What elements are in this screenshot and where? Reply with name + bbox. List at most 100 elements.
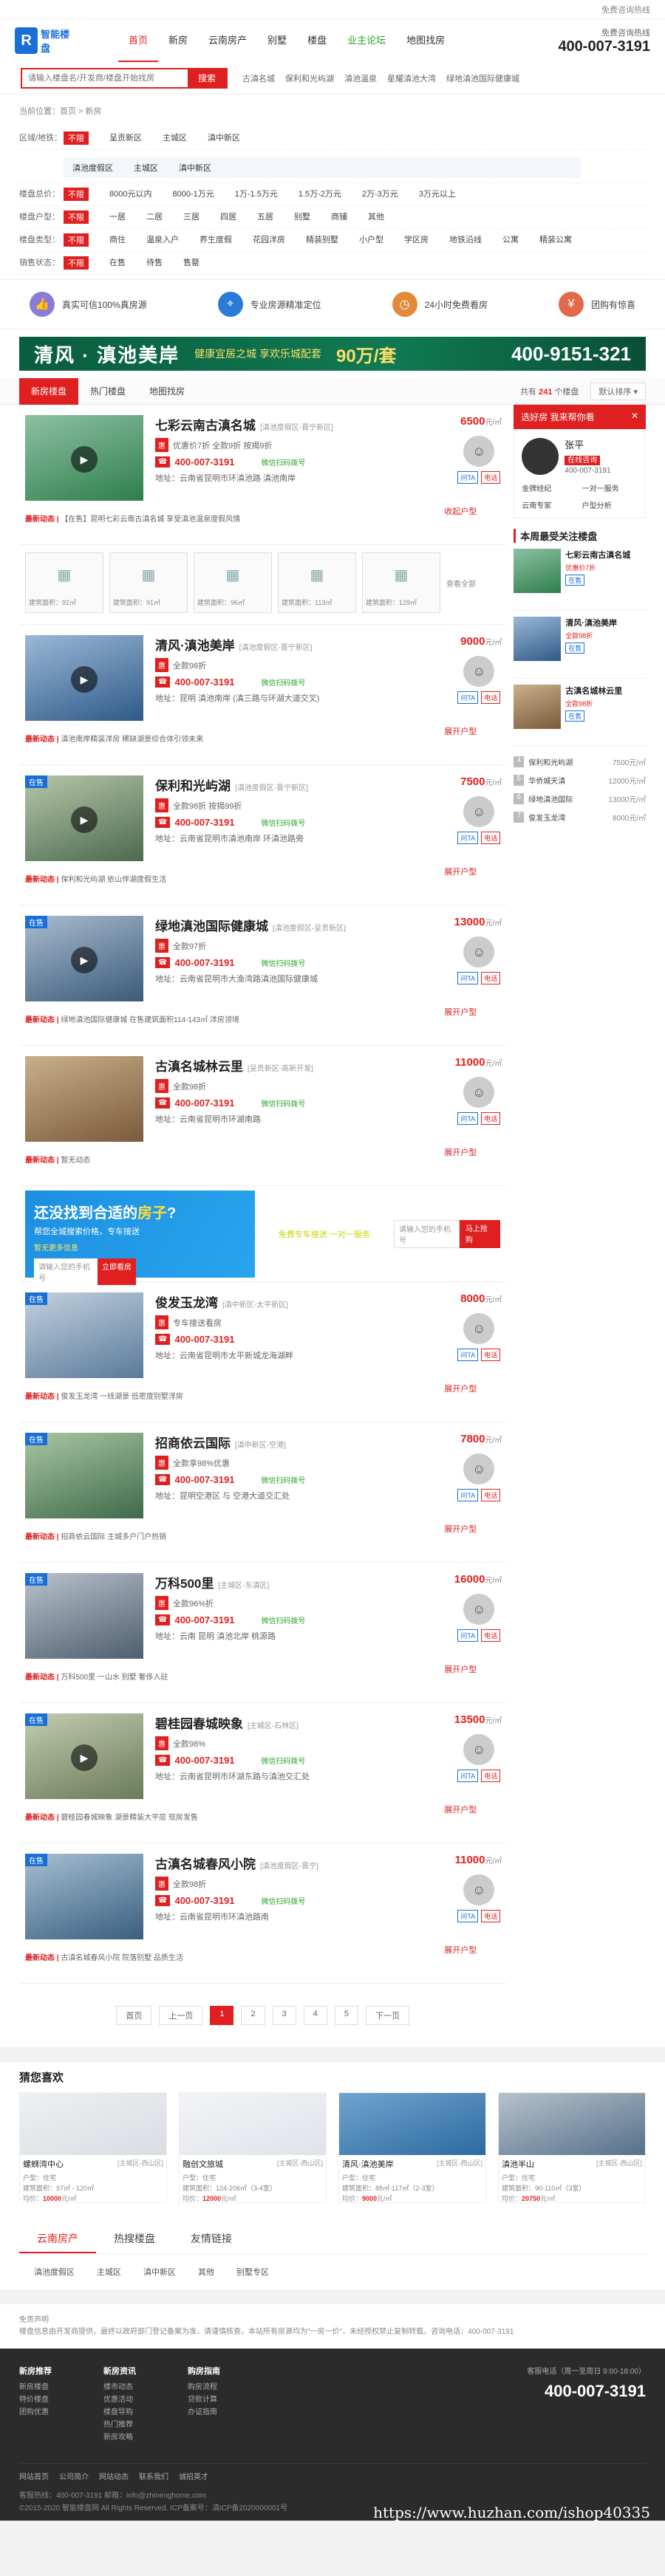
filter-option[interactable]: 滇中新区 [208, 131, 240, 145]
chat-button[interactable]: 问TA [457, 691, 479, 704]
filter-option[interactable]: 温泉入户 [146, 233, 179, 247]
wechat-dial-link[interactable]: 微信扫码拨号 [261, 1895, 305, 1906]
filter-option[interactable]: 1.5万-2万元 [299, 188, 341, 201]
chat-button[interactable]: 问TA [457, 471, 479, 484]
chat-button[interactable]: 问TA [457, 1770, 479, 1782]
footer-link[interactable]: 特价楼盘 [19, 2394, 52, 2406]
page-button[interactable]: 上一页 [159, 2006, 203, 2025]
listing-thumbnail[interactable] [25, 1056, 143, 1142]
filter-option[interactable]: 五居 [257, 210, 273, 224]
page-button[interactable]: 首页 [116, 2006, 152, 2025]
page-button[interactable]: 4 [303, 2006, 327, 2025]
listing-title[interactable]: 古滇名城林云里 [呈贡新区-高新开发] [155, 1056, 506, 1075]
filter-option[interactable]: 地铁沿线 [449, 233, 482, 247]
nav-item[interactable]: 新房 [158, 19, 198, 62]
link-item[interactable]: 其他 [198, 2266, 214, 2278]
footer-link[interactable]: 新房攻略 [103, 2431, 136, 2444]
listing-thumbnail[interactable]: 在售 ▶ [25, 775, 143, 861]
chat-button[interactable]: 问TA [457, 1910, 479, 1922]
nav-item[interactable]: 别墅 [257, 19, 297, 62]
filter-option[interactable]: 滇池度假区 [72, 162, 113, 174]
filter-option[interactable]: 精装公寓 [539, 233, 572, 247]
phone-input[interactable]: 请输入您的手机号 [34, 1258, 98, 1285]
filter-option[interactable]: 二居 [146, 210, 163, 224]
listing-thumbnail[interactable]: 在售 ▶ [25, 916, 143, 1001]
floorplan-card[interactable]: ▦ 建筑面积：96㎡ [194, 552, 272, 613]
page-button[interactable]: 5 [334, 2006, 358, 2025]
listing-thumbnail[interactable]: 在售 [25, 1854, 143, 1939]
toggle-floorplans-button[interactable]: 展开户型 [444, 1663, 477, 1675]
link-tab[interactable]: 云南房产 [19, 2225, 96, 2253]
promo-banner[interactable]: 清风 · 滇池美岸 健康宜居之城 享欢乐城配套 90万/套 400-9151-3… [19, 337, 646, 371]
filter-option[interactable]: 四居 [220, 210, 236, 224]
call-button[interactable]: 电话 [481, 1489, 501, 1501]
hot-keyword-link[interactable]: 星耀滇池大湾 [387, 72, 436, 84]
listing-thumbnail[interactable]: 在售 [25, 1573, 143, 1659]
filter-option[interactable]: 1万-1.5万元 [235, 188, 278, 201]
chat-button[interactable]: 问TA [457, 1112, 479, 1125]
floorplan-card[interactable]: ▦ 建筑面积：129㎡ [362, 552, 440, 613]
call-button[interactable]: 电话 [481, 832, 501, 844]
guess-card[interactable]: 滇池半山 [主城区-西山区] 户型：住宅 建筑面积：90-110㎡（3室） 均价：207… [498, 2092, 646, 2203]
listing-phone[interactable]: 400-007-3191 [174, 957, 234, 968]
search-button[interactable]: 搜索 [188, 69, 226, 87]
filter-option[interactable]: 小户型 [359, 233, 383, 247]
wechat-dial-link[interactable]: 微信扫码拨号 [261, 957, 305, 968]
toggle-floorplans-button[interactable]: 展开户型 [444, 1006, 477, 1018]
toggle-floorplans-button[interactable]: 展开户型 [444, 1523, 477, 1535]
play-icon[interactable]: ▶ [71, 1744, 98, 1771]
wechat-dial-link[interactable]: 微信扫码拨号 [261, 456, 305, 467]
agent-chat-button[interactable]: 在线咨询 [565, 456, 601, 465]
filter-option[interactable]: 滇中新区 [179, 162, 211, 174]
call-button[interactable]: 电话 [481, 471, 501, 484]
filter-option[interactable]: 不限 [64, 188, 89, 201]
filter-option[interactable]: 售罄 [183, 256, 200, 270]
toggle-floorplans-button[interactable]: 收起户型 [444, 505, 477, 517]
floorplan-card[interactable]: ▦ 建筑面积：113㎡ [278, 552, 356, 613]
call-button[interactable]: 电话 [481, 972, 501, 984]
sort-select[interactable]: 默认排序 ▾ [590, 382, 646, 400]
play-icon[interactable]: ▶ [71, 806, 98, 833]
guess-card[interactable]: 清风·滇池美岸 [主城区-西山区] 户型：住宅 建筑面积：88㎡-117㎡（2-3室）… [338, 2092, 486, 2203]
toggle-floorplans-button[interactable]: 展开户型 [444, 1944, 477, 1956]
link-item[interactable]: 主城区 [97, 2266, 121, 2278]
listing-title[interactable]: 七彩云南古滇名城 [滇池度假区-晋宁新区] [155, 415, 506, 434]
filter-option[interactable]: 8000元以内 [109, 188, 151, 201]
play-icon[interactable]: ▶ [71, 446, 98, 473]
filter-option[interactable]: 公寓 [502, 233, 519, 247]
wechat-dial-link[interactable]: 微信扫码拨号 [261, 817, 305, 828]
tab-map[interactable]: 地图找房 [137, 378, 197, 405]
phone-input-2[interactable]: 请输入您的手机号 [393, 1219, 460, 1248]
grab-button[interactable]: 马上抢购 [459, 1219, 501, 1248]
listing-title[interactable]: 古滇名城春风小院 [滇池度假区-晋宁] [155, 1854, 506, 1872]
listing-phone[interactable]: 400-007-3191 [174, 1097, 234, 1109]
play-icon[interactable]: ▶ [71, 947, 98, 973]
filter-option[interactable]: 精装别墅 [306, 233, 338, 247]
chat-button[interactable]: 问TA [457, 1629, 479, 1642]
rank-item[interactable]: 5 华侨城天滇 12000元/㎡ [514, 771, 646, 789]
call-button[interactable]: 电话 [481, 1349, 501, 1361]
call-button[interactable]: 电话 [481, 1770, 501, 1782]
agent-phone[interactable]: 400-007-3191 [565, 467, 610, 475]
footer-link[interactable]: 新房楼盘 [19, 2381, 52, 2394]
footer-link[interactable]: 优惠活动 [103, 2394, 136, 2406]
listing-phone[interactable]: 400-007-3191 [174, 1334, 234, 1345]
toggle-floorplans-button[interactable]: 展开户型 [444, 1803, 477, 1815]
wechat-dial-link[interactable]: 微信扫码拨号 [261, 1755, 305, 1766]
floorplan-card[interactable]: ▦ 建筑面积：92㎡ [25, 552, 103, 613]
filter-option[interactable]: 养生度假 [200, 233, 232, 247]
close-icon[interactable]: ✕ [631, 411, 638, 423]
nav-item[interactable]: 首页 [118, 19, 159, 62]
footer-phone[interactable]: 400-007-3191 [527, 2382, 646, 2401]
page-button[interactable]: 3 [272, 2006, 296, 2025]
footer-bottom-link[interactable]: 公司简介 [59, 2471, 89, 2484]
listing-phone[interactable]: 400-007-3191 [174, 1474, 234, 1485]
floorplan-more-button[interactable]: 查看全部 [446, 552, 476, 613]
link-item[interactable]: 滇池度假区 [34, 2266, 75, 2278]
nav-item[interactable]: 云南房产 [198, 19, 257, 62]
filter-option[interactable]: 主城区 [134, 162, 158, 174]
guess-card[interactable]: 螺蛳湾中心 [主城区-西山区] 户型：住宅 建筑面积：97㎡ - 120㎡ 均价：100… [19, 2092, 167, 2203]
filter-option[interactable]: 别墅 [294, 210, 310, 224]
filter-option[interactable]: 商铺 [331, 210, 347, 224]
footer-link[interactable]: 办证指南 [188, 2406, 220, 2419]
